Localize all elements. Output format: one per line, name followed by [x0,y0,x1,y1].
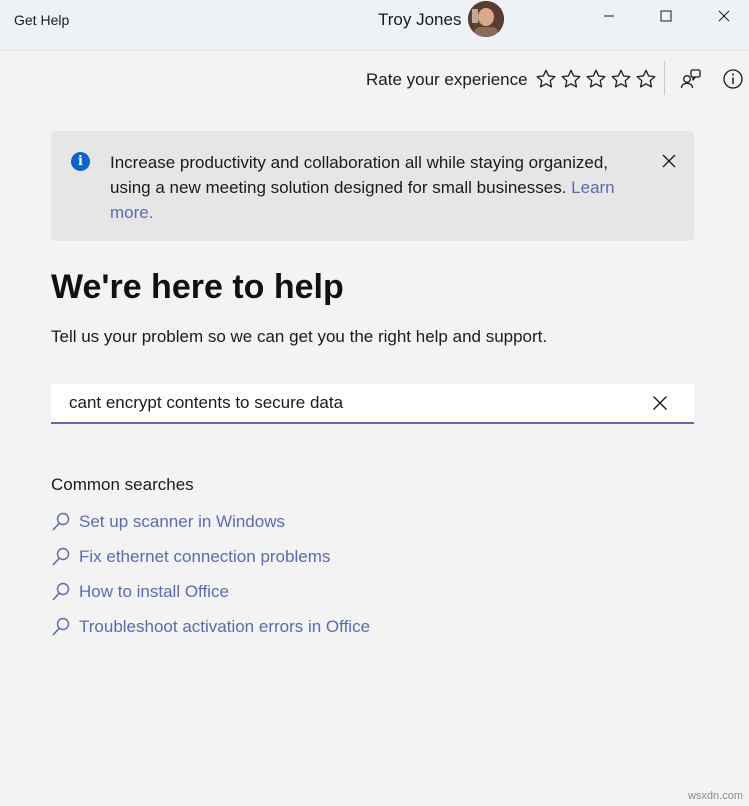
common-search-link[interactable]: Fix ethernet connection problems [79,546,330,568]
close-icon [718,10,730,22]
star-icon-4[interactable] [610,68,632,90]
minimize-button[interactable] [586,0,632,32]
page-title: We're here to help [51,268,344,306]
about-button[interactable] [721,67,745,91]
people-chat-icon [680,69,701,89]
star-icon-3[interactable] [585,68,607,90]
info-banner: i Increase productivity and collaboratio… [51,131,694,241]
banner-text: Increase productivity and collaboration … [110,153,609,197]
contact-support-button[interactable] [679,67,703,91]
toolbar-divider [664,61,665,95]
close-window-button[interactable] [701,0,747,32]
search-icon [52,617,70,636]
search-input[interactable] [69,384,629,422]
maximize-button[interactable] [643,0,689,32]
search-box [51,384,694,424]
info-icon [723,69,743,89]
rating-bar: Rate your experience [0,51,749,109]
star-icon-5[interactable] [635,68,657,90]
list-item[interactable]: Fix ethernet connection problems [51,546,370,581]
common-searches-list: Set up scanner in Windows Fix ethernet c… [51,511,370,651]
clear-search-button[interactable] [649,392,671,414]
star-icon-2[interactable] [560,68,582,90]
rating-stars [535,68,657,90]
list-item[interactable]: Troubleshoot activation errors in Office [51,616,370,651]
common-searches-title: Common searches [51,475,194,494]
common-search-link[interactable]: How to install Office [79,581,229,603]
avatar-image [468,1,504,37]
user-name[interactable]: Troy Jones [378,10,461,30]
close-icon [653,396,667,410]
search-icon [52,512,70,531]
close-icon [662,154,676,168]
info-circle-icon: i [71,152,90,171]
common-search-link[interactable]: Set up scanner in Windows [79,511,285,533]
list-item[interactable]: Set up scanner in Windows [51,511,370,546]
avatar[interactable] [468,1,504,37]
app-title: Get Help [14,12,70,28]
minimize-icon [604,15,614,17]
maximize-icon [660,10,672,22]
search-icon [52,582,70,601]
common-search-link[interactable]: Troubleshoot activation errors in Office [79,616,370,638]
title-bar: Get Help Troy Jones [0,0,749,51]
page-subtitle: Tell us your problem so we can get you t… [51,327,548,346]
list-item[interactable]: How to install Office [51,581,370,616]
banner-message: Increase productivity and collaboration … [110,150,635,225]
star-icon-1[interactable] [535,68,557,90]
watermark: wsxdn.com [687,790,743,802]
search-icon [52,547,70,566]
dismiss-banner-button[interactable] [659,151,679,171]
rate-experience-label: Rate your experience [366,70,528,89]
